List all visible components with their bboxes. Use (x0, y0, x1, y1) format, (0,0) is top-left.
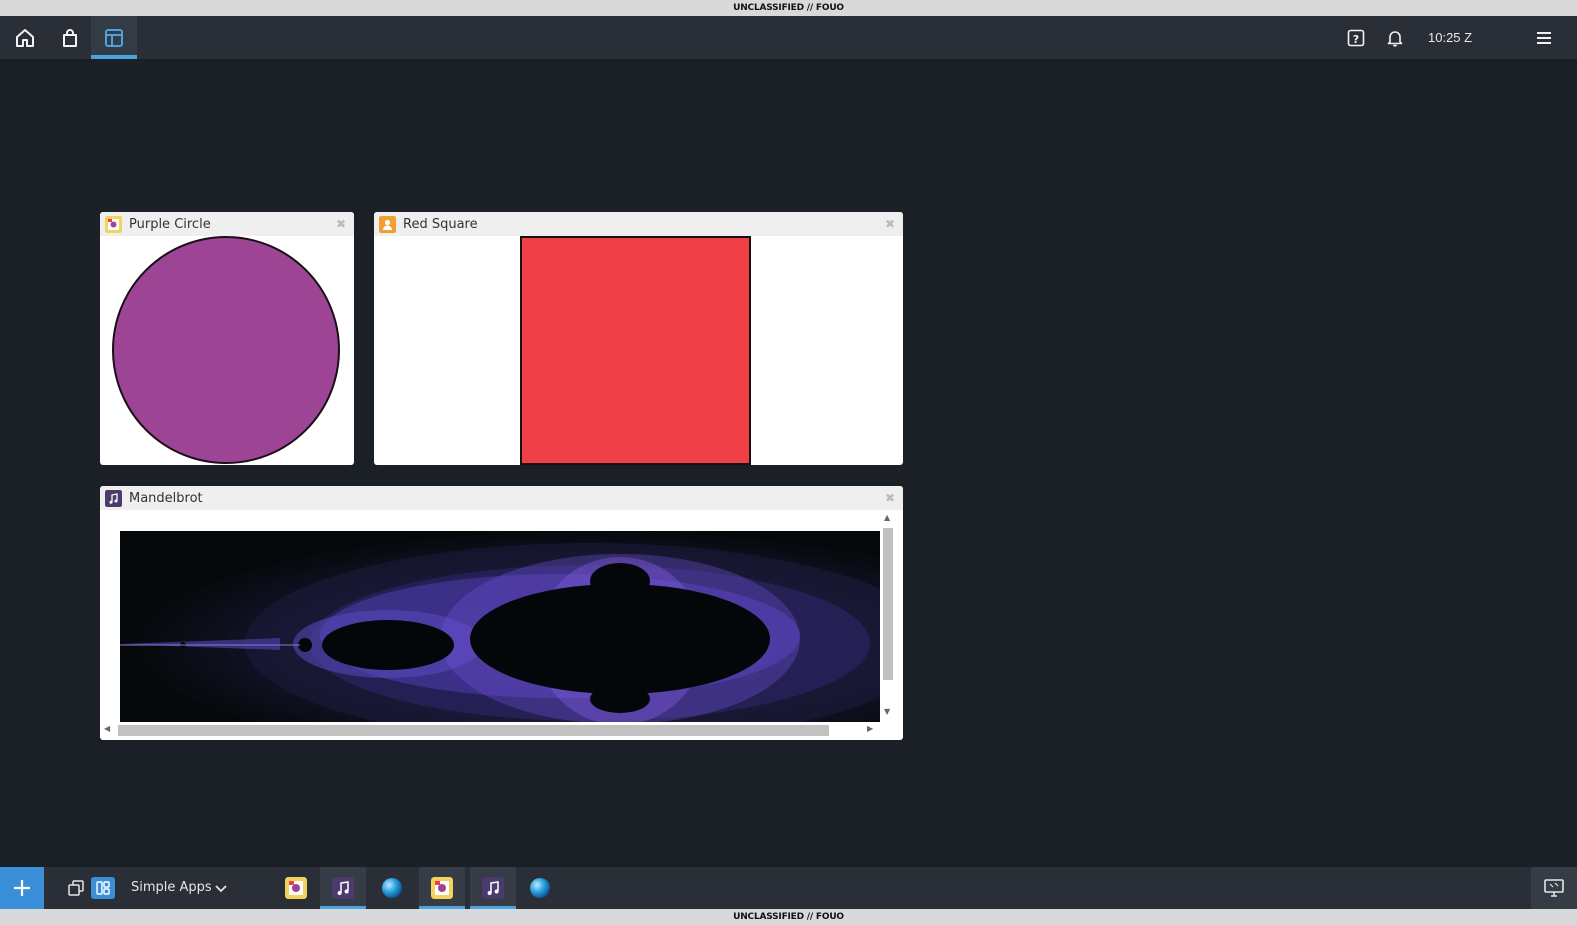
horizontal-scroll-thumb[interactable] (118, 725, 829, 736)
hamburger-menu-icon (1537, 31, 1551, 44)
vertical-scrollbar[interactable]: ▲ ▼ (882, 513, 894, 720)
task-purple-circle[interactable] (273, 867, 319, 909)
widget-title: Mandelbrot (129, 491, 203, 506)
desktop-button[interactable] (1531, 867, 1577, 909)
svg-text:?: ? (1353, 33, 1359, 46)
clock: 10:25 Z (1428, 30, 1473, 45)
task-mandelbrot-2[interactable] (470, 867, 516, 909)
widget-title: Red Square (403, 217, 478, 232)
square-app-icon (379, 216, 396, 233)
bell-icon (1387, 30, 1403, 47)
close-icon[interactable]: ✖ (885, 488, 895, 508)
dashboard-name[interactable]: Simple Apps (131, 867, 212, 909)
globe-app-icon (530, 878, 550, 898)
widget-header[interactable]: Red Square ✖ (374, 212, 903, 236)
top-bar: ? 10:25 Z (0, 16, 1577, 59)
help-icon: ? (1347, 29, 1365, 46)
music-note-app-icon (332, 877, 354, 899)
vertical-scroll-thumb[interactable] (883, 528, 893, 680)
main-menu-button[interactable] (1521, 16, 1567, 59)
chevron-down-icon (215, 885, 227, 893)
horizontal-scrollbar[interactable]: ◀ ▶ (104, 724, 882, 736)
widget-purple-circle[interactable]: Purple Circle ✖ (100, 212, 354, 465)
scroll-down-arrow-icon[interactable]: ▼ (884, 707, 890, 716)
window-stack-icon (68, 880, 84, 896)
app-store-bag-icon (63, 28, 77, 47)
task-mandelbrot[interactable] (320, 867, 366, 909)
tile-layout-icon (95, 881, 110, 895)
red-square-canvas (520, 236, 751, 465)
widget-title: Purple Circle (129, 217, 211, 232)
app-store-button[interactable] (47, 16, 93, 59)
scroll-right-arrow-icon[interactable]: ▶ (867, 724, 873, 733)
task-purple-circle-2[interactable] (419, 867, 465, 909)
widget-header[interactable]: Purple Circle ✖ (100, 212, 354, 236)
music-note-app-icon (482, 877, 504, 899)
red-square-shape (520, 236, 751, 465)
scroll-up-arrow-icon[interactable]: ▲ (884, 513, 890, 522)
close-icon[interactable]: ✖ (336, 214, 346, 234)
widget-red-square[interactable]: Red Square ✖ (374, 212, 903, 465)
purple-circle-canvas (112, 236, 340, 464)
home-button[interactable] (2, 16, 48, 59)
widget-header[interactable]: Mandelbrot ✖ (100, 486, 903, 510)
music-note-app-icon (105, 490, 122, 507)
classification-banner-top: UNCLASSIFIED // FOUO (0, 0, 1577, 16)
dashboard-dropdown-button[interactable] (211, 867, 231, 909)
taskbar: Simple Apps (0, 867, 1577, 909)
globe-app-icon (382, 878, 402, 898)
mandelbrot-image (120, 531, 880, 722)
dashboard-button[interactable] (91, 16, 137, 59)
tile-layout-button[interactable] (90, 867, 115, 909)
window-stack-button[interactable] (64, 867, 88, 909)
circle-app-icon (431, 877, 453, 899)
purple-circle-shape (112, 236, 340, 464)
task-globe-2[interactable] (517, 867, 563, 909)
task-globe[interactable] (369, 867, 415, 909)
circle-app-icon (105, 216, 122, 233)
classification-banner-bottom: UNCLASSIFIED // FOUO (0, 909, 1577, 925)
plus-icon (14, 880, 30, 896)
scroll-left-arrow-icon[interactable]: ◀ (104, 724, 110, 733)
monitor-icon (1544, 879, 1564, 897)
add-app-button[interactable] (0, 867, 44, 909)
dashboard-layout-icon (105, 28, 123, 47)
close-icon[interactable]: ✖ (885, 214, 895, 234)
notifications-button[interactable] (1372, 16, 1418, 59)
widget-mandelbrot[interactable]: Mandelbrot ✖ ▲ ▼ ◀ ▶ (100, 486, 903, 740)
circle-app-icon (285, 877, 307, 899)
home-icon (16, 28, 34, 47)
